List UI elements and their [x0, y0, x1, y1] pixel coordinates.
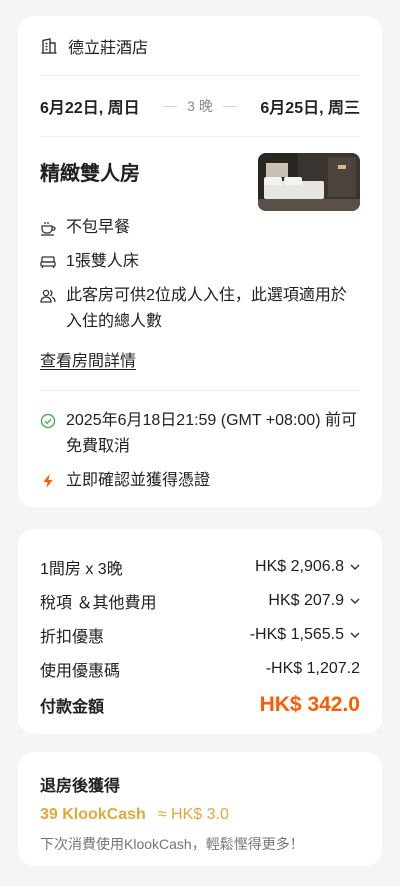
- nights-count: 3 晚: [163, 96, 237, 116]
- room-header: 精緻雙人房: [40, 137, 360, 214]
- hotel-row: 德立莊酒店: [40, 16, 360, 75]
- klookcash-reward: 39 KlookCash ≈ HK$ 3.0: [40, 806, 360, 824]
- chevron-down-icon[interactable]: [350, 630, 360, 640]
- chevron-down-icon[interactable]: [350, 562, 360, 572]
- view-room-details-link[interactable]: 查看房間詳情: [40, 347, 136, 371]
- hotel-building-icon: [40, 37, 58, 55]
- breakfast-cup-icon: [40, 215, 56, 241]
- price-row-promo-code: 使用優惠碼 -HK$ 1,207.2: [40, 652, 360, 686]
- price-label: 稅項 ＆其他費用: [40, 595, 157, 612]
- stay-dates: 6月22日, 周日 3 晚 6月25日, 周三: [40, 76, 360, 136]
- price-row-taxes[interactable]: 稅項 ＆其他費用 HK$ 207.9: [40, 584, 360, 618]
- klookcash-card: 退房後獲得 39 KlookCash ≈ HK$ 3.0 下次消費使用Klook…: [18, 752, 382, 866]
- room-name: 精緻雙人房: [40, 163, 140, 185]
- feature-text: 不包早餐: [66, 219, 131, 236]
- guests-icon: [40, 283, 56, 309]
- price-label: 使用優惠碼: [40, 663, 121, 680]
- policy-free-cancellation: 2025年6月18日21:59 (GMT +08:00) 前可免費取消: [40, 408, 360, 460]
- klookcash-title: 退房後獲得: [40, 778, 121, 795]
- policy-instant-confirm: 立即確認並獲得憑證: [40, 468, 360, 494]
- room-features: 不包早餐 1張雙人床 此客房可供2位成人入住，此選項適用於入住的總人數: [40, 215, 360, 335]
- price-list: 1間房 x 3晚 HK$ 2,906.8 稅項 ＆其他費用 HK$ 207.9 …: [40, 529, 360, 724]
- feature-text: 此客房可供2位成人入住，此選項適用於入住的總人數: [66, 287, 347, 330]
- price-value: -HK$ 1,207.2: [265, 660, 360, 677]
- chevron-down-icon[interactable]: [350, 596, 360, 606]
- divider: [40, 390, 360, 391]
- price-breakdown-card: 1間房 x 3晚 HK$ 2,906.8 稅項 ＆其他費用 HK$ 207.9 …: [18, 529, 382, 734]
- checkout-date: 6月25日, 周三: [260, 100, 360, 117]
- lightning-icon: [40, 468, 56, 494]
- feature-guests: 此客房可供2位成人入住，此選項適用於入住的總人數: [40, 283, 360, 335]
- feature-text: 1張雙人床: [66, 253, 139, 270]
- policy-text: 立即確認並獲得憑證: [66, 472, 211, 489]
- checkin-date: 6月22日, 周日: [40, 100, 140, 117]
- bed-icon: [40, 249, 56, 275]
- klookcash-amount: 39 KlookCash: [40, 806, 146, 823]
- price-row-discount[interactable]: 折扣優惠 -HK$ 1,565.5: [40, 618, 360, 652]
- booking-policies: 2025年6月18日21:59 (GMT +08:00) 前可免費取消 立即確認…: [40, 408, 360, 494]
- nights-label: 3 晚: [187, 98, 213, 114]
- divider-line: [163, 105, 178, 107]
- room-photo[interactable]: [258, 153, 360, 211]
- price-value: -HK$ 1,565.5: [249, 626, 344, 643]
- klookcash-equivalent: ≈ HK$ 3.0: [157, 806, 229, 823]
- policy-text: 2025年6月18日21:59 (GMT +08:00) 前可免費取消: [66, 412, 357, 455]
- feature-breakfast: 不包早餐: [40, 215, 360, 241]
- booking-summary-card: 德立莊酒店 6月22日, 周日 3 晚 6月25日, 周三 精緻雙人房 不包早餐…: [18, 16, 382, 507]
- price-row-total: 付款金額 HK$ 342.0: [40, 686, 360, 724]
- price-label: 1間房 x 3晚: [40, 561, 123, 578]
- price-row-room[interactable]: 1間房 x 3晚 HK$ 2,906.8: [40, 550, 360, 584]
- total-label: 付款金額: [40, 699, 105, 716]
- divider-line: [222, 105, 237, 107]
- hotel-name: 德立莊酒店: [68, 39, 149, 57]
- price-value: HK$ 2,906.8: [255, 558, 344, 575]
- price-value: HK$ 207.9: [268, 592, 344, 609]
- klookcash-note: 下次消費使用KlookCash，輕鬆慳得更多！: [40, 836, 304, 852]
- total-amount: HK$ 342.0: [259, 693, 360, 716]
- check-circle-icon: [40, 408, 56, 434]
- price-label: 折扣優惠: [40, 629, 105, 646]
- feature-bed: 1張雙人床: [40, 249, 360, 275]
